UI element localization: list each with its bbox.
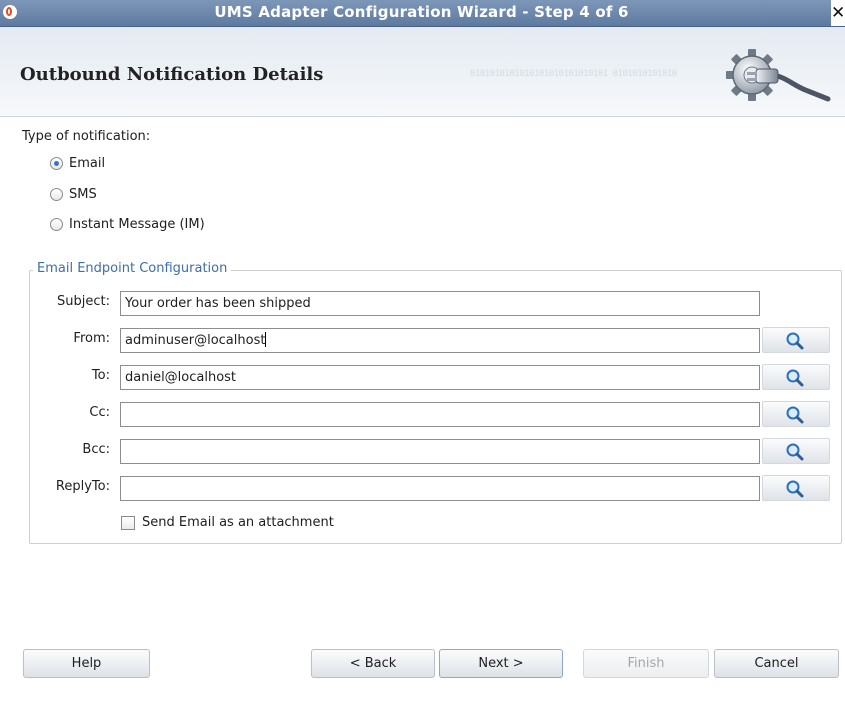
cc-lookup-button[interactable] <box>762 401 830 427</box>
close-icon[interactable]: ✕ <box>831 0 845 26</box>
binary-watermark: 0101010101010101010101010101 01010101010… <box>470 69 677 79</box>
to-field[interactable]: daniel@localhost <box>120 365 760 390</box>
window-titlebar[interactable]: UMS Adapter Configuration Wizard - Step … <box>0 0 845 27</box>
next-button[interactable]: Next > <box>439 649 563 678</box>
from-field[interactable]: adminuser@localhost <box>120 328 760 353</box>
search-icon <box>786 443 804 461</box>
attachment-checkbox[interactable] <box>121 515 135 530</box>
window-title: UMS Adapter Configuration Wizard - Step … <box>214 3 629 21</box>
cancel-button[interactable]: Cancel <box>714 649 839 678</box>
attachment-option[interactable]: Send Email as an attachment <box>121 515 334 530</box>
radio-email[interactable]: Email <box>50 156 105 171</box>
email-endpoint-legend: Email Endpoint Configuration <box>33 261 232 276</box>
oracle-app-icon <box>3 5 17 19</box>
replyto-field[interactable] <box>120 476 760 501</box>
cc-label: Cc: <box>89 405 110 420</box>
cc-field[interactable] <box>120 402 760 427</box>
subject-field[interactable]: Your order has been shipped <box>120 291 760 316</box>
bcc-lookup-button[interactable] <box>762 438 830 464</box>
from-lookup-button[interactable] <box>762 327 830 353</box>
bcc-field[interactable] <box>120 439 760 464</box>
to-lookup-button[interactable] <box>762 364 830 390</box>
from-label: From: <box>73 331 110 346</box>
radio-button[interactable] <box>50 218 63 231</box>
radio-label-email: Email <box>69 156 106 171</box>
search-icon <box>786 332 804 350</box>
radio-im[interactable]: Instant Message (IM) <box>50 217 205 232</box>
notification-type-label: Type of notification: <box>22 129 151 144</box>
replyto-lookup-button[interactable] <box>762 475 830 501</box>
text-cursor <box>265 332 267 347</box>
bcc-label: Bcc: <box>82 442 110 457</box>
gear-icon <box>726 49 831 102</box>
search-icon <box>786 369 804 387</box>
radio-button[interactable] <box>50 188 63 201</box>
to-label: To: <box>91 368 110 383</box>
help-button[interactable]: Help <box>23 649 150 678</box>
search-icon <box>786 406 804 424</box>
radio-sms[interactable]: SMS <box>50 187 97 202</box>
from-value: adminuser@localhost <box>125 333 266 348</box>
attachment-checkbox-label: Send Email as an attachment <box>142 515 334 530</box>
wizard-content: Type of notification: Email SMS Instant … <box>0 117 845 714</box>
page-title: Outbound Notification Details <box>20 64 324 85</box>
back-button[interactable]: < Back <box>311 649 435 678</box>
search-icon <box>786 480 804 498</box>
radio-button[interactable] <box>50 157 63 170</box>
subject-label: Subject: <box>57 294 110 309</box>
radio-label-im: Instant Message (IM) <box>69 217 205 232</box>
radio-label-sms: SMS <box>69 187 97 202</box>
finish-button: Finish <box>583 649 709 678</box>
wizard-header: Outbound Notification Details 0101010101… <box>0 27 845 117</box>
replyto-label: ReplyTo: <box>55 479 110 494</box>
